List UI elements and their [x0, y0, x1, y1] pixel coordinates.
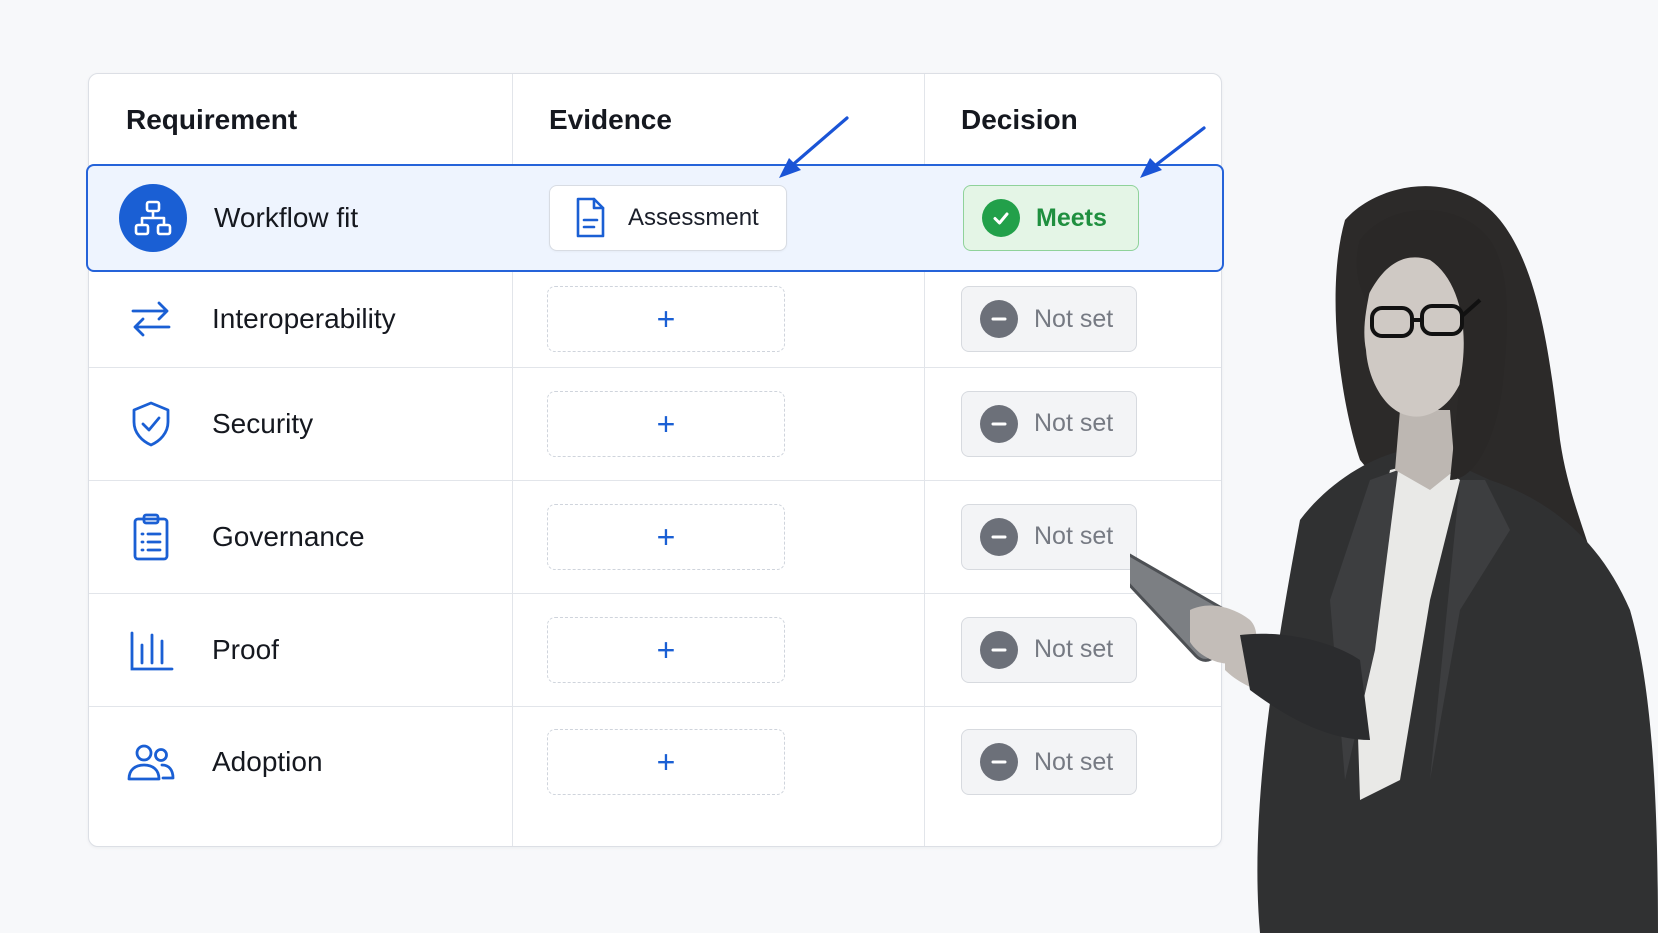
minus-circle-icon: [980, 517, 1018, 556]
person-with-tablet-image: [1130, 186, 1658, 933]
add-evidence-button[interactable]: +: [547, 503, 785, 570]
table-row-proof[interactable]: Proof + Not set: [89, 593, 1221, 706]
decision-badge-not-set[interactable]: Not set: [961, 503, 1137, 570]
minus-circle-icon: [980, 743, 1018, 781]
decision-badge-not-set[interactable]: Not set: [961, 286, 1137, 352]
header-requirement: Requirement: [126, 103, 298, 135]
plus-icon: +: [656, 518, 676, 555]
table-row-governance[interactable]: Governance + Not set: [89, 480, 1221, 593]
decision-label: Not set: [1034, 635, 1114, 663]
shield-check-icon: [117, 390, 185, 458]
decision-badge-not-set[interactable]: Not set: [961, 390, 1137, 457]
add-evidence-button[interactable]: +: [547, 390, 785, 457]
users-icon: [117, 728, 185, 796]
workflow-icon: [119, 184, 187, 252]
swap-arrows-icon: [117, 285, 185, 353]
clipboard-list-icon: [117, 503, 185, 571]
decision-badge-meets[interactable]: Meets: [963, 185, 1139, 251]
requirement-label: Adoption: [212, 746, 323, 777]
plus-icon: +: [656, 744, 676, 780]
decision-label: Not set: [1034, 304, 1114, 333]
header-evidence: Evidence: [549, 103, 672, 135]
requirement-label: Interoperability: [212, 303, 396, 334]
table-row-adoption[interactable]: Adoption + Not set: [89, 706, 1221, 844]
check-circle-icon: [982, 199, 1020, 237]
plus-icon: +: [656, 301, 676, 337]
add-evidence-button[interactable]: +: [547, 616, 785, 683]
decision-badge-not-set[interactable]: Not set: [961, 729, 1137, 795]
requirement-label: Workflow fit: [214, 202, 359, 233]
table-row-interoperability[interactable]: Interoperability + Not set: [89, 271, 1221, 367]
minus-circle-icon: [980, 404, 1018, 443]
plus-icon: +: [656, 405, 676, 442]
decision-label: Meets: [1036, 203, 1107, 232]
plus-icon: +: [656, 631, 676, 668]
decision-label: Not set: [1034, 747, 1114, 776]
annotation-arrow-icon: [779, 116, 849, 178]
document-icon: [576, 197, 605, 238]
table-row-workflow-fit[interactable]: Workflow fit Assessment Meets: [86, 164, 1224, 272]
decision-badge-not-set[interactable]: Not set: [961, 616, 1137, 683]
requirement-label: Governance: [212, 520, 365, 552]
evidence-label: Assessment: [628, 204, 759, 231]
decision-label: Not set: [1034, 522, 1114, 550]
requirement-label: Proof: [212, 633, 279, 665]
annotation-arrow-icon: [1140, 126, 1206, 178]
minus-circle-icon: [980, 300, 1018, 338]
table-row-security[interactable]: Security + Not set: [89, 367, 1221, 480]
decision-label: Not set: [1034, 409, 1114, 437]
minus-circle-icon: [980, 630, 1018, 669]
bar-chart-icon: [117, 616, 185, 684]
header-decision: Decision: [961, 103, 1078, 135]
evidence-chip-assessment[interactable]: Assessment: [549, 185, 787, 251]
requirement-label: Security: [212, 407, 314, 439]
requirements-table: Requirement Evidence Decision Workflow f…: [86, 73, 1224, 847]
add-evidence-button[interactable]: +: [547, 286, 785, 352]
add-evidence-button[interactable]: +: [547, 729, 785, 795]
